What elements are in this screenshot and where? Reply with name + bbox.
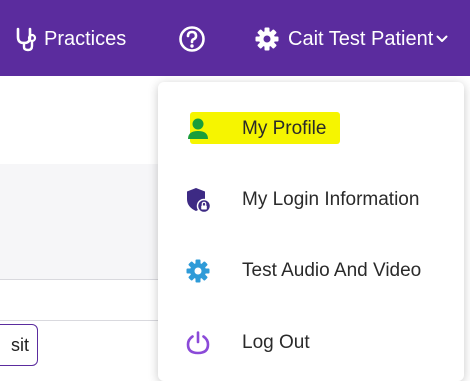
practices-nav-link[interactable]: Practices xyxy=(14,24,126,54)
divider xyxy=(0,320,175,321)
user-menu-toggle[interactable]: Cait Test Patient xyxy=(254,24,448,54)
chevron-down-icon xyxy=(436,34,448,44)
menu-item-label: My Login Information xyxy=(242,189,420,210)
visit-button-label: sit xyxy=(11,334,29,355)
gear-icon xyxy=(254,26,280,52)
stethoscope-icon xyxy=(14,26,38,52)
menu-item-label: Log Out xyxy=(242,332,310,353)
question-circle-icon xyxy=(178,25,206,53)
user-name-label: Cait Test Patient xyxy=(288,27,434,50)
content-panel xyxy=(0,164,175,279)
menu-item-test-audio-video[interactable]: Test Audio And Video xyxy=(158,242,464,300)
user-dropdown-menu: My Profile My Login Information Test Aud… xyxy=(158,82,464,381)
gear-icon xyxy=(183,256,213,286)
menu-item-login-information[interactable]: My Login Information xyxy=(158,171,464,229)
shield-lock-icon xyxy=(183,185,213,215)
menu-item-my-profile[interactable]: My Profile xyxy=(158,100,464,158)
practices-label: Practices xyxy=(44,27,127,50)
menu-item-log-out[interactable]: Log Out xyxy=(158,314,464,372)
person-icon xyxy=(183,114,213,144)
menu-item-label: My Profile xyxy=(242,118,327,139)
divider xyxy=(0,279,175,280)
menu-item-label: Test Audio And Video xyxy=(242,260,422,281)
power-icon xyxy=(183,328,213,358)
top-nav-bar: Practices Cait Test Patient xyxy=(0,0,470,76)
visit-button[interactable]: sit xyxy=(0,324,38,366)
help-button[interactable] xyxy=(178,24,206,54)
